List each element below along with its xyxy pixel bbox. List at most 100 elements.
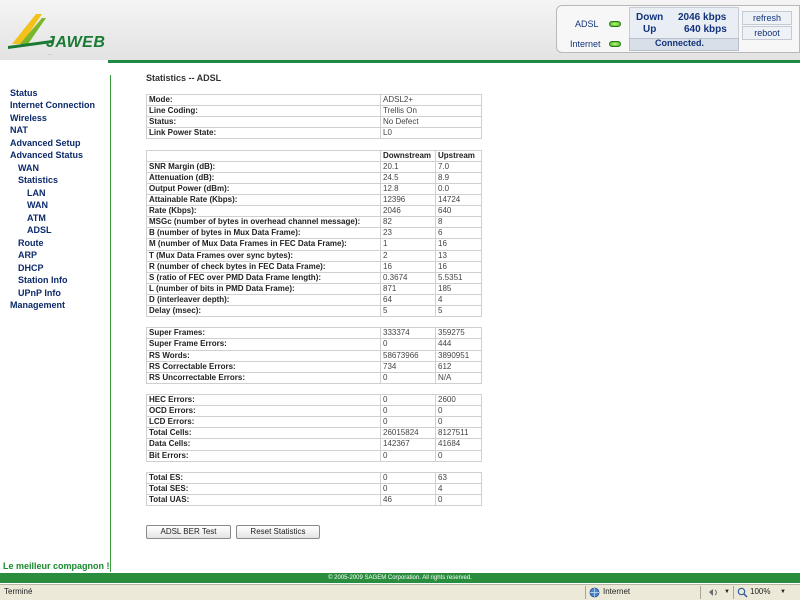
upstream-value: 0.0 <box>435 182 482 195</box>
nav-item-advanced-setup[interactable]: Advanced Setup <box>10 138 81 148</box>
status-separator <box>700 586 701 599</box>
nav-item-upnp-info[interactable]: UPnP Info <box>18 288 61 298</box>
table-row: OCD Errors: 0 0 <box>146 405 482 418</box>
nav-item-internet-connection[interactable]: Internet Connection <box>10 100 95 110</box>
header-blank-cell <box>146 149 381 162</box>
reboot-button[interactable]: reboot <box>742 26 792 40</box>
down-rate: 2046 kbps <box>678 12 727 23</box>
page-title: Statistics -- ADSL <box>146 73 222 83</box>
upstream-value: 0 <box>435 449 482 462</box>
nav-item-wan[interactable]: WAN <box>18 163 39 173</box>
nav-item-arp[interactable]: ARP <box>18 250 37 260</box>
refresh-button[interactable]: refresh <box>742 11 792 25</box>
nav-item-management[interactable]: Management <box>10 300 65 310</box>
nav-item-advanced-status[interactable]: Advanced Status <box>10 150 83 160</box>
downstream-value: 26015824 <box>380 427 436 440</box>
nav-item-nat[interactable]: NAT <box>10 125 28 135</box>
table-row: S (ratio of FEC over PMD Data Frame leng… <box>146 271 482 284</box>
dropdown-arrow-icon[interactable]: ▼ <box>724 589 730 595</box>
row-label: HEC Errors: <box>146 393 381 407</box>
row-label: S (ratio of FEC over PMD Data Frame leng… <box>146 271 381 284</box>
table-row: Output Power (dBm): 12.8 0.0 <box>146 182 482 195</box>
upstream-value: 5.5351 <box>435 271 482 284</box>
row-label: Attainable Rate (Kbps): <box>146 193 381 207</box>
browser-status-bar: Terminé Internet ▼ 100% ▼ <box>0 584 800 600</box>
upstream-value: 63 <box>435 471 482 484</box>
downstream-value: 23 <box>380 227 436 240</box>
upstream-value: 8.9 <box>435 171 482 184</box>
row-label: L (number of bits in PMD Data Frame): <box>146 282 381 295</box>
table-row: Super Frame Errors: 0 444 <box>146 338 482 351</box>
nav-item-status[interactable]: Status <box>10 88 38 98</box>
row-label: Delay (msec): <box>146 305 381 318</box>
brand-tagline: ... <box>48 51 53 57</box>
nav-item-wireless[interactable]: Wireless <box>10 113 47 123</box>
zoom-level[interactable]: 100% <box>750 587 770 596</box>
row-label: Super Frames: <box>146 327 381 340</box>
zoom-dropdown-icon[interactable]: ▼ <box>780 589 786 595</box>
zoom-icon[interactable] <box>737 587 748 598</box>
upstream-value: 8 <box>435 216 482 229</box>
table-row: B (number of bytes in Mux Data Frame): 23… <box>146 227 482 240</box>
upstream-value: 41684 <box>435 438 482 451</box>
downstream-value: 82 <box>380 216 436 229</box>
row-label: RS Uncorrectable Errors: <box>146 371 381 384</box>
downstream-value: 0 <box>380 471 436 484</box>
upstream-header: Upstream <box>435 149 482 162</box>
row-label: Total ES: <box>146 471 381 484</box>
table-row: RS Words: 58673966 3890951 <box>146 349 482 362</box>
status-separator <box>585 586 586 599</box>
browser-status-text: Terminé <box>4 587 33 596</box>
table-row: Total UAS: 46 0 <box>146 493 482 507</box>
downstream-value: 0 <box>380 338 436 351</box>
down-label: Down <box>636 12 664 23</box>
security-zone-label: Internet <box>603 587 631 596</box>
upstream-value: 5 <box>435 305 482 318</box>
status-separator <box>733 586 734 599</box>
downstream-value: 0.3674 <box>380 271 436 284</box>
row-label: Super Frame Errors: <box>146 338 381 351</box>
nav-item-statistics-lan[interactable]: LAN <box>27 188 46 198</box>
row-label: OCD Errors: <box>146 405 381 418</box>
nav-item-statistics[interactable]: Statistics <box>18 175 58 185</box>
table-row: Total ES: 0 63 <box>146 471 482 484</box>
downstream-value: 5 <box>380 305 436 318</box>
upstream-value: 0 <box>435 405 482 418</box>
reset-statistics-button[interactable]: Reset Statistics <box>236 525 320 539</box>
adsl-ber-test-button[interactable]: ADSL BER Test <box>146 525 231 539</box>
upstream-value: 7.0 <box>435 160 482 173</box>
downstream-value: 46 <box>380 493 436 507</box>
downstream-value: 12.8 <box>380 182 436 195</box>
downstream-header: Downstream <box>380 149 436 162</box>
nav-item-statistics-atm[interactable]: ATM <box>27 213 46 223</box>
spacer-cell <box>146 460 482 473</box>
downstream-value: 0 <box>380 393 436 407</box>
upstream-value: 13 <box>435 249 482 262</box>
table-row: Total SES: 0 4 <box>146 482 482 495</box>
protected-mode-icon[interactable] <box>708 588 720 597</box>
table-row: Status: No Defect <box>146 116 482 129</box>
nav-item-station-info[interactable]: Station Info <box>18 275 68 285</box>
downstream-value: 0 <box>380 405 436 418</box>
row-label: Status: <box>146 116 381 129</box>
downstream-value: 64 <box>380 293 436 307</box>
row-label: LCD Errors: <box>146 416 381 429</box>
nav-item-route[interactable]: Route <box>18 238 44 248</box>
table-row: M (number of Mux Data Frames in FEC Data… <box>146 238 482 251</box>
table-row: RS Uncorrectable Errors: 0 N/A <box>146 371 482 384</box>
upstream-value: 612 <box>435 360 482 373</box>
row-label: MSGc (number of bytes in overhead channe… <box>146 216 381 229</box>
table-row: SNR Margin (dB): 20.1 7.0 <box>146 160 482 173</box>
nav-item-statistics-wan[interactable]: WAN <box>27 200 48 210</box>
table-spacer-row <box>146 382 482 395</box>
table-header-row: Downstream Upstream <box>146 149 482 162</box>
row-label: D (interleaver depth): <box>146 293 381 307</box>
table-row: R (number of check bytes in FEC Data Fra… <box>146 260 482 273</box>
table-row: Data Cells: 142367 41684 <box>146 438 482 451</box>
nav-item-statistics-adsl[interactable]: ADSL <box>27 225 52 235</box>
upstream-value: 4 <box>435 482 482 495</box>
table-row: Line Coding: Trellis On <box>146 105 482 118</box>
upstream-value: N/A <box>435 371 482 384</box>
nav-item-dhcp[interactable]: DHCP <box>18 263 44 273</box>
upstream-value: 2600 <box>435 393 482 407</box>
